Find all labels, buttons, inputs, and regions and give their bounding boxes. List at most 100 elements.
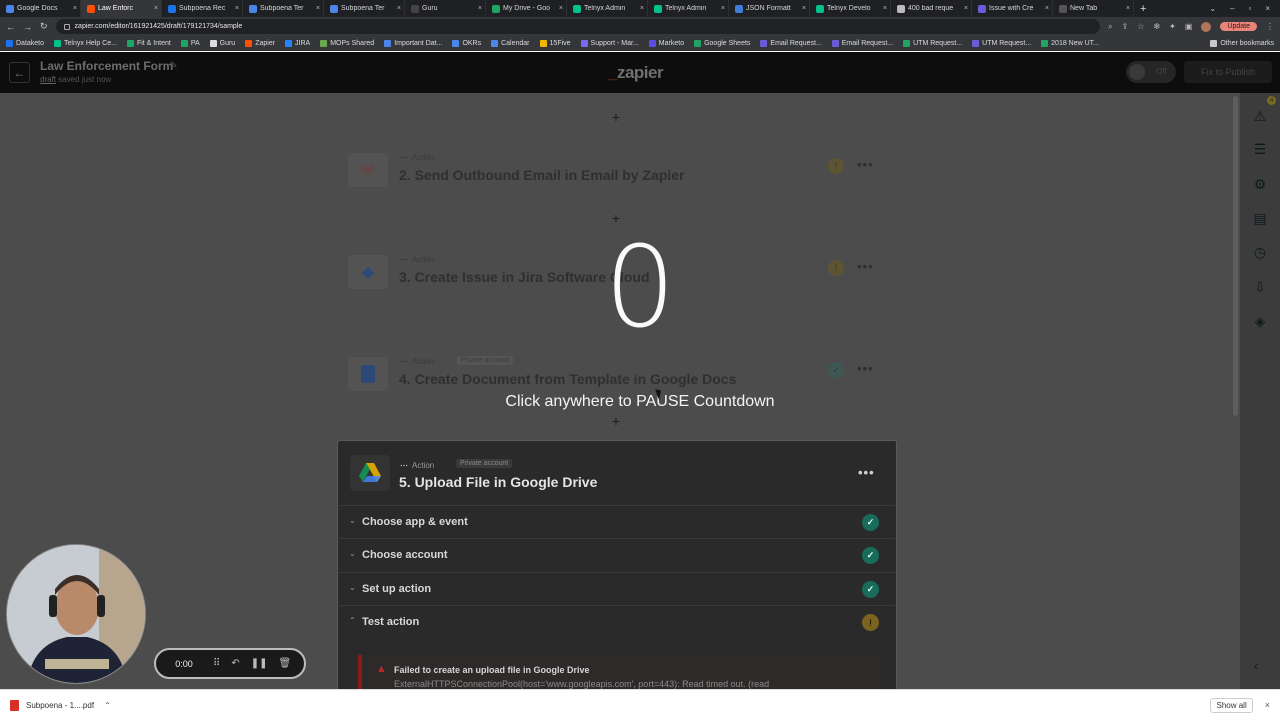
browser-tab[interactable]: Subpoena Ter × (243, 0, 324, 17)
history-clock-icon[interactable]: ◷ (1251, 243, 1269, 261)
step-menu-icon[interactable]: ••• (857, 259, 874, 274)
step-menu-icon[interactable]: ••• (857, 157, 874, 172)
step-menu-icon[interactable]: ••• (858, 465, 875, 480)
section-choose-account[interactable]: ⌄ Choose account ✓ (339, 538, 895, 571)
tab-close-icon[interactable]: × (721, 5, 725, 12)
back-button[interactable]: ← (9, 62, 30, 83)
other-bookmarks[interactable]: Other bookmarks (1210, 39, 1274, 47)
menu-kebab-icon[interactable]: ⋮ (1266, 22, 1274, 31)
settings-gear-icon[interactable]: ⚙ (1251, 175, 1269, 193)
tab-close-icon[interactable]: × (1045, 5, 1049, 12)
bookmark-item[interactable]: Marketo (648, 39, 684, 47)
pencil-icon[interactable]: ✎ (170, 60, 178, 71)
bookmark-item[interactable]: Support - Mar... (580, 39, 639, 47)
browser-tab[interactable]: Guru × (405, 0, 486, 17)
draft-link[interactable]: draft (40, 75, 56, 84)
tab-close-icon[interactable]: × (235, 5, 239, 12)
browser-tab[interactable]: 400 bad reque × (891, 0, 972, 17)
zoom-icon[interactable]: ⌕ (1108, 22, 1112, 32)
tab-close-icon[interactable]: × (316, 5, 320, 12)
chevron-up-icon[interactable]: ⌃ (104, 701, 111, 710)
bookmark-item[interactable]: Dataketo (6, 39, 44, 47)
tab-close-icon[interactable]: × (73, 5, 77, 12)
bookmark-item[interactable]: Telnyx Help Ce... (54, 39, 117, 47)
star-icon[interactable]: ☆ (1137, 22, 1144, 31)
update-button[interactable]: Update (1220, 22, 1257, 31)
side-panel-icon[interactable]: ▣ (1185, 22, 1193, 31)
add-step-plus-icon[interactable]: + (609, 110, 623, 124)
close-window-icon[interactable]: × (1265, 4, 1270, 13)
learn-cap-icon[interactable]: ◈ (1251, 312, 1269, 330)
bookmark-item[interactable]: OKRs (452, 39, 481, 47)
tab-close-icon[interactable]: × (1126, 5, 1130, 12)
bookmark-item[interactable]: UTM Request... (972, 39, 1031, 47)
tab-close-icon[interactable]: × (478, 5, 482, 12)
browser-tab[interactable]: JSON Formatt × (729, 0, 810, 17)
bookmark-item[interactable]: Calendar (491, 39, 530, 47)
bookmark-item[interactable]: Email Request... (831, 39, 893, 47)
tab-close-icon[interactable]: × (154, 5, 158, 12)
browser-tab[interactable]: Law Enforc × (81, 0, 162, 17)
tab-close-icon[interactable]: × (559, 5, 563, 12)
add-step-plus-icon[interactable]: + (609, 414, 623, 428)
bookmark-item[interactable]: Zapier (245, 39, 275, 47)
browser-tab[interactable]: Telnyx Admin × (567, 0, 648, 17)
new-tab-button[interactable]: + (1140, 3, 1146, 15)
pause-icon[interactable]: ❚❚ (251, 658, 268, 669)
bookmark-item[interactable]: 15Five (539, 39, 571, 47)
download-file-name[interactable]: Subpoena - 1....pdf (26, 701, 94, 710)
bookmark-item[interactable]: 2018 New UT... (1041, 39, 1099, 47)
countdown-number[interactable]: 0 (540, 232, 740, 344)
browser-tab[interactable]: Subpoena Rec × (162, 0, 243, 17)
bookmark-item[interactable]: Google Sheets (694, 39, 750, 47)
minimize-icon[interactable]: – (1230, 4, 1234, 13)
step-card-2[interactable]: ✉ ⋯ Action 2. Send Outbound Email in Emai… (340, 151, 895, 201)
outline-list-icon[interactable]: ☰ (1251, 140, 1269, 158)
bookmark-item[interactable]: JIRA (285, 39, 310, 47)
section-test-action[interactable]: ⌃ Test action ! (339, 605, 895, 638)
tab-search-icon[interactable]: ⌄ (1209, 4, 1216, 13)
puzzle-extensions-icon[interactable]: ✦ (1169, 22, 1176, 31)
step-menu-icon[interactable]: ••• (857, 361, 874, 376)
reload-icon[interactable]: ↻ (40, 21, 48, 32)
pause-countdown-hint[interactable]: Click anywhere to PAUSE Countdown (440, 393, 840, 411)
canvas-scrollbar[interactable] (1233, 96, 1238, 416)
bookmark-item[interactable]: Fit & Intent (126, 39, 171, 47)
trash-icon[interactable]: 🗑 (278, 658, 291, 669)
browser-tab[interactable]: Google Docs × (0, 0, 81, 17)
close-shelf-icon[interactable]: × (1265, 700, 1270, 710)
bookmark-item[interactable]: UTM Request... (903, 39, 962, 47)
grid-dots-icon[interactable]: ⠿ (213, 658, 220, 669)
fix-to-publish-button[interactable]: Fix to Publish (1184, 61, 1272, 83)
warning-panel-icon[interactable]: ⚠ (1251, 107, 1269, 125)
extension-icon[interactable]: ✻ (1153, 22, 1160, 31)
tab-close-icon[interactable]: × (964, 5, 968, 12)
section-set-up-action[interactable]: ⌄ Set up action ✓ (339, 572, 895, 605)
maximize-icon[interactable]: ▫ (1248, 4, 1251, 13)
tab-close-icon[interactable]: × (640, 5, 644, 12)
back-arrow-icon[interactable]: ← (6, 22, 15, 32)
browser-tab[interactable]: Issue with Cre × (972, 0, 1053, 17)
section-choose-app[interactable]: ⌄ Choose app & event ✓ (339, 505, 895, 538)
collapse-chevron-icon[interactable]: ‹ (1254, 659, 1258, 673)
profile-avatar[interactable] (1201, 21, 1212, 32)
browser-tab[interactable]: Telnyx Admin × (648, 0, 729, 17)
publish-toggle[interactable]: Off (1126, 61, 1176, 83)
export-file-icon[interactable]: ⇩ (1251, 278, 1269, 296)
bookmark-item[interactable]: Email Request... (760, 39, 822, 47)
bookmark-item[interactable]: PA (180, 39, 200, 47)
bookmark-item[interactable]: Guru (209, 39, 235, 47)
tab-close-icon[interactable]: × (802, 5, 806, 12)
bookmark-item[interactable]: Important Dat... (384, 39, 442, 47)
webcam-bubble[interactable] (6, 544, 146, 684)
browser-tab[interactable]: Subpoena Ter × (324, 0, 405, 17)
share-icon[interactable]: ⇪ (1122, 22, 1129, 31)
tab-close-icon[interactable]: × (883, 5, 887, 12)
address-bar[interactable]: zapier.com/editor/161921425/draft/179121… (55, 19, 1101, 34)
show-all-button[interactable]: Show all (1210, 697, 1253, 713)
browser-tab[interactable]: New Tab × (1053, 0, 1134, 17)
forward-arrow-icon[interactable]: → (23, 22, 32, 32)
browser-tab[interactable]: Telnyx Develo × (810, 0, 891, 17)
tab-close-icon[interactable]: × (397, 5, 401, 12)
zap-title[interactable]: Law Enforcement Form (40, 59, 173, 73)
